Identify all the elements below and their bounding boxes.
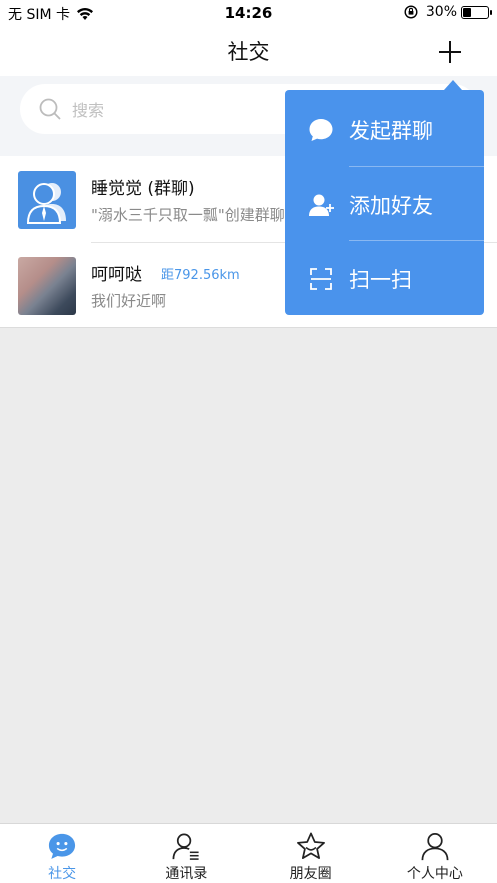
tab-bar: 社交 通讯录 朋友圈 个人中心 (0, 823, 497, 883)
distance-label: 距792.56km (161, 268, 240, 283)
photo-avatar (18, 257, 76, 315)
tab-moments[interactable]: 朋友圈 (249, 824, 373, 883)
scan-icon (310, 267, 332, 290)
add-friend-icon (309, 194, 334, 216)
chat-face-icon (49, 833, 76, 859)
tab-label: 社交 (48, 866, 77, 882)
status-bar: 无 SIM 卡 14:26 30% (0, 0, 497, 26)
conversation-name: 睡觉觉 (群聊) (91, 179, 195, 199)
page-title: 社交 (227, 40, 270, 64)
menu-item-scan[interactable]: 扫一扫 (285, 241, 484, 316)
tab-contacts[interactable]: 通讯录 (124, 824, 248, 883)
tab-profile[interactable]: 个人中心 (373, 824, 497, 883)
menu-item-group-chat[interactable]: 发起群聊 (285, 92, 484, 167)
person-icon (421, 833, 449, 861)
group-avatar (18, 171, 76, 229)
menu-item-label: 发起群聊 (349, 118, 433, 143)
conversation-name: 呵呵哒 (91, 265, 142, 285)
tab-label: 朋友圈 (289, 866, 332, 882)
menu-item-add-friend[interactable]: 添加好友 (285, 167, 484, 242)
battery-percent: 30% (425, 4, 457, 20)
rotation-lock-icon (404, 5, 418, 19)
tab-label: 通讯录 (165, 866, 208, 882)
nav-bar: 社交 (0, 26, 497, 76)
tab-social[interactable]: 社交 (0, 824, 124, 883)
search-icon (39, 98, 61, 120)
menu-item-label: 扫一扫 (349, 267, 412, 292)
conversation-preview: 我们好近啊 (91, 292, 167, 310)
plus-popup-menu: 发起群聊 添加好友 扫一扫 (285, 80, 484, 316)
search-placeholder: 搜索 (72, 101, 105, 120)
group-people-icon (26, 183, 66, 224)
conversation-preview: "溺水三千只取一瓢"创建群聊 (91, 206, 285, 224)
chat-bubble-icon (309, 118, 333, 141)
star-icon (296, 832, 325, 859)
battery-icon (461, 5, 492, 19)
popup-arrow (444, 80, 462, 90)
status-right: 30% (404, 4, 492, 20)
contacts-icon (172, 833, 199, 860)
menu-item-label: 添加好友 (349, 193, 433, 218)
tab-label: 个人中心 (406, 866, 463, 882)
battery-fill (463, 7, 471, 17)
plus-icon[interactable] (437, 39, 463, 65)
